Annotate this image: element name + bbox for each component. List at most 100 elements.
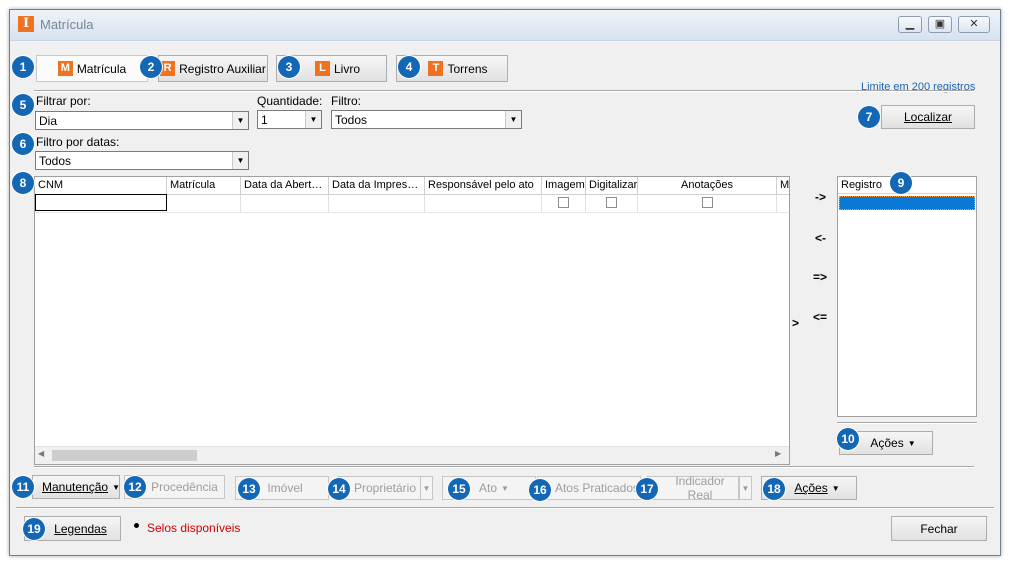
- badge-3: 3: [278, 56, 300, 78]
- maximize-button[interactable]: ▣: [928, 16, 952, 33]
- col-anotacoes[interactable]: Anotações: [638, 177, 777, 194]
- registro-separator: [837, 422, 977, 424]
- minimize-icon: ▁: [905, 18, 915, 30]
- badge-14: 14: [328, 478, 350, 500]
- manutencao-button[interactable]: Manutenção ▼: [32, 475, 120, 499]
- badge-5: 5: [12, 94, 34, 116]
- row-divider: [35, 212, 789, 213]
- move-left-button[interactable]: <-: [815, 231, 826, 245]
- grid-scroll-marker: >: [792, 316, 800, 330]
- move-right-button[interactable]: ->: [815, 190, 826, 204]
- tab-torrens-label: Torrens: [447, 61, 488, 76]
- caret-down-icon: ▼: [741, 483, 750, 493]
- badge-12: 12: [124, 476, 146, 498]
- caret-down-icon: ▼: [831, 483, 840, 493]
- grid-header: CNM Matrícula Data da Abert… Data da Imp…: [35, 177, 789, 195]
- localizar-button[interactable]: Localizar: [881, 105, 975, 129]
- manutencao-label: Manutenção: [42, 480, 109, 494]
- filtrar-por-label: Filtrar por:: [36, 94, 91, 108]
- col-data-impressao[interactable]: Data da Impres…: [329, 177, 425, 194]
- col-matricula[interactable]: Matrícula: [167, 177, 241, 194]
- scroll-left-icon[interactable]: ◀: [38, 449, 44, 458]
- selos-bullet-icon: [134, 523, 139, 528]
- col-mi[interactable]: Mi: [777, 177, 789, 194]
- col-responsavel[interactable]: Responsável pelo ato: [425, 177, 542, 194]
- badge-16: 16: [529, 479, 551, 501]
- quantidade-label: Quantidade:: [257, 94, 323, 108]
- app-icon: I: [18, 16, 34, 32]
- badge-19: 19: [23, 518, 45, 540]
- table-row-cell[interactable]: [425, 195, 542, 212]
- close-icon: ✕: [969, 18, 979, 30]
- indicador-real-dropdown[interactable]: ▼: [739, 476, 752, 500]
- registro-list[interactable]: Registro: [837, 176, 977, 417]
- indicador-real-button[interactable]: Indicador Real: [647, 474, 739, 502]
- chevron-down-icon: ▼: [305, 111, 321, 128]
- col-cnm[interactable]: CNM: [35, 177, 167, 194]
- filtrar-por-select[interactable]: Dia ▼: [35, 111, 249, 130]
- table-row-cell[interactable]: [241, 195, 329, 212]
- filtrar-por-value: Dia: [39, 114, 58, 128]
- badge-10: 10: [837, 428, 859, 450]
- quantidade-value: 1: [261, 113, 268, 127]
- registro-acoes-label: Ações: [870, 436, 904, 450]
- badge-17: 17: [636, 478, 658, 500]
- main-window: I Matrícula ▁ ▣ ✕ 1 M Matrícula 2 R Regi…: [9, 9, 1001, 556]
- atos-praticados-button[interactable]: Atos Praticados: [537, 476, 641, 500]
- caret-down-icon: ▼: [907, 438, 916, 448]
- torrens-letter-icon: T: [428, 61, 444, 76]
- move-all-left-button[interactable]: <=: [813, 310, 827, 324]
- footer-separator: [16, 507, 994, 509]
- tab-matricula[interactable]: M Matrícula: [36, 55, 148, 82]
- quantidade-stepper[interactable]: 1 ▼: [257, 110, 322, 129]
- badge-18: 18: [763, 478, 785, 500]
- scroll-right-icon[interactable]: ▶: [775, 449, 781, 458]
- caret-down-icon: ▼: [112, 482, 120, 492]
- digitalizar-checkbox[interactable]: [606, 197, 617, 208]
- col-digitalizar[interactable]: Digitalizar: [586, 177, 638, 194]
- badge-9: 9: [890, 172, 912, 194]
- caret-down-icon: ▼: [501, 483, 509, 493]
- matricula-letter-icon: M: [57, 61, 73, 76]
- anotacoes-checkbox[interactable]: [702, 197, 713, 208]
- badge-13: 13: [238, 478, 260, 500]
- fechar-button[interactable]: Fechar: [891, 516, 987, 541]
- tab-matricula-label: Matrícula: [76, 61, 127, 76]
- col-data-abertura[interactable]: Data da Abert…: [241, 177, 329, 194]
- table-row-cell-cnm[interactable]: [35, 194, 167, 211]
- move-all-right-button[interactable]: =>: [813, 270, 827, 284]
- close-window-button[interactable]: ✕: [958, 16, 990, 33]
- badge-7: 7: [858, 106, 880, 128]
- badge-8: 8: [12, 172, 34, 194]
- tab-livro-label: Livro: [333, 61, 360, 76]
- title-bar[interactable]: I Matrícula ▁ ▣ ✕: [10, 10, 1000, 41]
- scroll-thumb[interactable]: [52, 450, 197, 461]
- registro-selected-row[interactable]: [839, 196, 975, 210]
- filtro-datas-select[interactable]: Todos ▼: [35, 151, 249, 170]
- filtro-select[interactable]: Todos ▼: [331, 110, 522, 129]
- filtro-value: Todos: [335, 113, 368, 127]
- imagem-checkbox[interactable]: [558, 197, 569, 208]
- tab-registro-label: Registro Auxiliar: [179, 61, 266, 76]
- table-row-cell[interactable]: [329, 195, 425, 212]
- top-separator: [34, 90, 974, 92]
- ato-label: Ato: [479, 481, 498, 495]
- badge-4: 4: [398, 56, 420, 78]
- grid-horizontal-scrollbar[interactable]: ◀ ▶: [35, 446, 789, 464]
- proprietario-dropdown[interactable]: ▼: [420, 476, 433, 500]
- registro-letter-icon: R: [160, 61, 176, 76]
- badge-1: 1: [12, 56, 34, 78]
- badge-15: 15: [448, 478, 470, 500]
- tab-registro-auxiliar[interactable]: R Registro Auxiliar: [158, 55, 268, 82]
- chevron-down-icon: ▼: [232, 112, 248, 129]
- chevron-down-icon: ▼: [505, 111, 521, 128]
- acoes-label: Ações: [794, 481, 828, 495]
- badge-6: 6: [12, 133, 34, 155]
- matricula-grid[interactable]: CNM Matrícula Data da Abert… Data da Imp…: [34, 176, 790, 465]
- filtro-label: Filtro:: [331, 94, 361, 108]
- col-imagem[interactable]: Imagem: [542, 177, 586, 194]
- table-row-cell[interactable]: [167, 195, 241, 212]
- filtro-datas-value: Todos: [39, 154, 72, 168]
- minimize-button[interactable]: ▁: [898, 16, 922, 33]
- selos-disponiveis-text: Selos disponíveis: [147, 521, 241, 535]
